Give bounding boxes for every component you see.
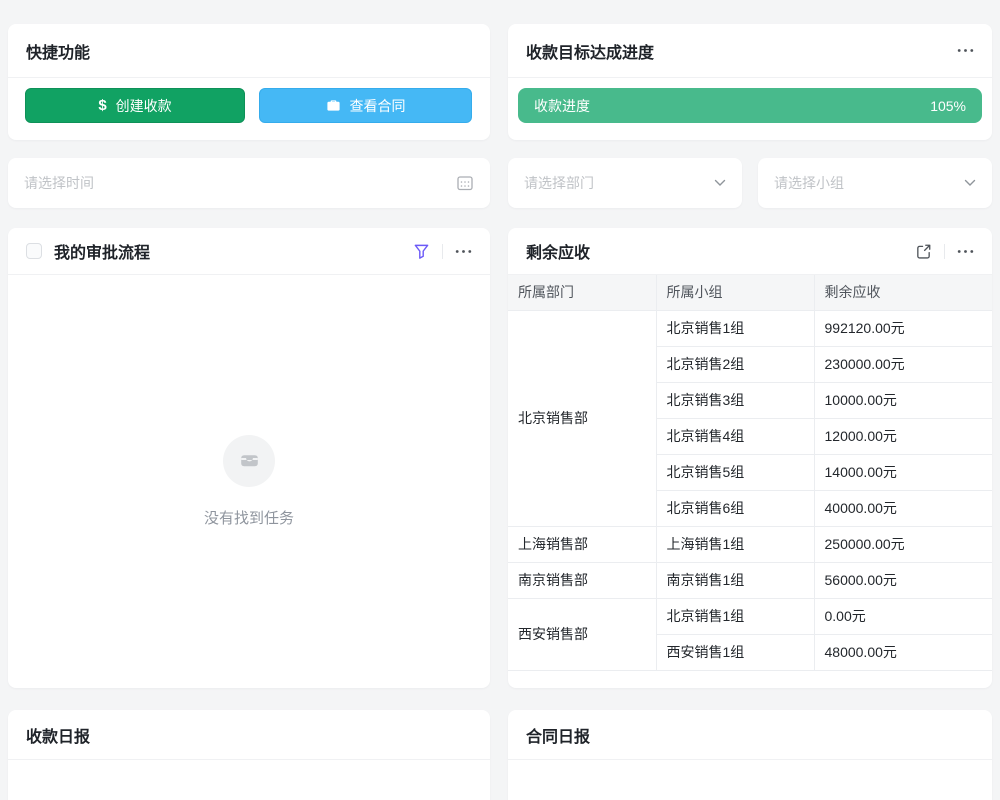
briefcase-icon — [326, 98, 341, 113]
quick-actions-title: 快捷功能 — [26, 39, 90, 63]
table-row: 北京销售部 北京销售1组 992120.00元 — [508, 310, 992, 346]
group-cell: 北京销售5组 — [656, 454, 814, 490]
group-select[interactable]: 请选择小组 — [758, 158, 992, 208]
amount-cell: 40000.00元 — [814, 490, 992, 526]
header-divider — [442, 244, 443, 259]
group-cell: 北京销售1组 — [656, 598, 814, 634]
inbox-icon — [236, 447, 263, 474]
payment-daily-header: 收款日报 — [8, 710, 490, 760]
approval-card-title: 我的审批流程 — [54, 239, 150, 263]
table-row: 南京销售部 南京销售1组 56000.00元 — [508, 562, 992, 598]
group-cell: 上海销售1组 — [656, 526, 814, 562]
chevron-down-icon — [714, 179, 726, 187]
department-select[interactable]: 请选择部门 — [508, 158, 742, 208]
quick-actions-header: 快捷功能 — [8, 24, 490, 78]
select-all-checkbox[interactable] — [26, 243, 42, 259]
progress-bar-value: 105% — [930, 98, 966, 114]
amount-cell: 12000.00元 — [814, 418, 992, 454]
ellipsis-icon[interactable] — [455, 249, 472, 254]
table-header-row: 所属部门 所属小组 剩余应收 — [508, 275, 992, 310]
department-select-placeholder: 请选择部门 — [524, 173, 594, 193]
create-payment-button[interactable]: $ 创建收款 — [25, 88, 245, 123]
approval-empty-state: 没有找到任务 — [8, 275, 490, 687]
progress-card: 收款目标达成进度 收款进度 105% — [508, 24, 992, 140]
header-divider — [944, 244, 945, 259]
column-header-department: 所属部门 — [508, 275, 656, 310]
table-row: 上海销售部 上海销售1组 250000.00元 — [508, 526, 992, 562]
approval-flow-card: 我的审批流程 没有找到任务 — [8, 228, 490, 688]
dollar-icon: $ — [98, 98, 106, 113]
quick-actions-body: $ 创建收款 查看合同 — [8, 78, 490, 133]
payment-daily-card: 收款日报 — [8, 710, 490, 800]
progress-card-header: 收款目标达成进度 — [508, 24, 992, 78]
amount-cell: 0.00元 — [814, 598, 992, 634]
amount-cell: 56000.00元 — [814, 562, 992, 598]
external-link-icon[interactable] — [915, 243, 932, 260]
group-cell: 北京销售1组 — [656, 310, 814, 346]
dept-cell: 上海销售部 — [508, 526, 656, 562]
group-cell: 南京销售1组 — [656, 562, 814, 598]
group-cell: 北京销售3组 — [656, 382, 814, 418]
create-payment-label: 创建收款 — [116, 96, 172, 116]
progress-card-title: 收款目标达成进度 — [526, 39, 654, 63]
group-cell: 北京销售4组 — [656, 418, 814, 454]
dept-cell: 西安销售部 — [508, 598, 656, 670]
dept-cell: 南京销售部 — [508, 562, 656, 598]
group-select-placeholder: 请选择小组 — [774, 173, 844, 193]
amount-cell: 48000.00元 — [814, 634, 992, 670]
receivables-card-header: 剩余应收 — [508, 228, 992, 275]
ellipsis-icon[interactable] — [957, 48, 974, 53]
column-header-group: 所属小组 — [656, 275, 814, 310]
progress-body: 收款进度 105% — [508, 78, 992, 133]
amount-cell: 10000.00元 — [814, 382, 992, 418]
amount-cell: 14000.00元 — [814, 454, 992, 490]
payment-daily-title: 收款日报 — [26, 723, 90, 747]
group-cell: 北京销售2组 — [656, 346, 814, 382]
contract-daily-card: 合同日报 — [508, 710, 992, 800]
amount-cell: 992120.00元 — [814, 310, 992, 346]
dept-cell: 北京销售部 — [508, 310, 656, 526]
group-cell: 北京销售6组 — [656, 490, 814, 526]
funnel-icon[interactable] — [413, 243, 430, 260]
contract-daily-header: 合同日报 — [508, 710, 992, 760]
progress-bar-label: 收款进度 — [534, 96, 590, 116]
chevron-down-icon — [964, 179, 976, 187]
empty-state-circle — [223, 435, 275, 487]
quick-actions-card: 快捷功能 $ 创建收款 查看合同 — [8, 24, 490, 140]
contract-daily-title: 合同日报 — [526, 723, 590, 747]
view-contract-button[interactable]: 查看合同 — [259, 88, 472, 123]
group-cell: 西安销售1组 — [656, 634, 814, 670]
column-header-amount: 剩余应收 — [814, 275, 992, 310]
calendar-icon — [456, 174, 474, 192]
amount-cell: 250000.00元 — [814, 526, 992, 562]
time-range-picker[interactable]: 请选择时间 — [8, 158, 490, 208]
receivables-card-title: 剩余应收 — [526, 239, 590, 263]
payment-progress-bar: 收款进度 105% — [518, 88, 982, 123]
time-picker-placeholder: 请选择时间 — [24, 173, 94, 193]
receivables-table: 所属部门 所属小组 剩余应收 北京销售部 北京销售1组 992120.00元 北… — [508, 275, 992, 671]
empty-state-text: 没有找到任务 — [204, 507, 294, 528]
ellipsis-icon[interactable] — [957, 249, 974, 254]
view-contract-label: 查看合同 — [350, 96, 406, 116]
table-row: 西安销售部 北京销售1组 0.00元 — [508, 598, 992, 634]
amount-cell: 230000.00元 — [814, 346, 992, 382]
receivables-card: 剩余应收 所属部门 所属小组 剩余应收 北京销售部 北京销售1组 992 — [508, 228, 992, 688]
approval-card-header: 我的审批流程 — [8, 228, 490, 275]
